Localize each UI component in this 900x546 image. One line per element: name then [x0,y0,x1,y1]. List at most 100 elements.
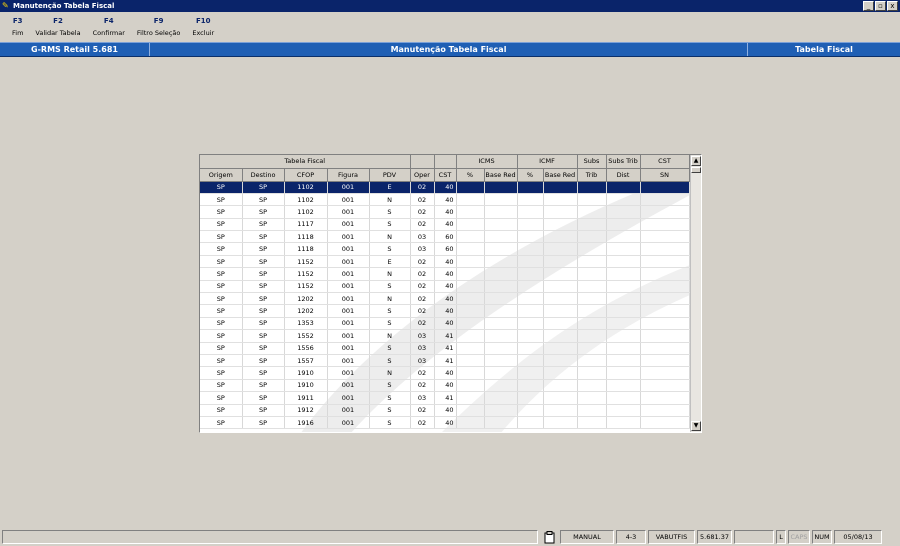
table-cell[interactable]: 1102 [284,193,328,207]
table-row[interactable]: SP SP 1102 001 E 02 40 [200,181,690,194]
empty-cell[interactable] [517,218,544,232]
table-cell[interactable]: SP [200,379,243,393]
empty-cell[interactable] [606,230,641,244]
empty-cell[interactable] [543,329,578,343]
table-cell[interactable]: 1557 [284,354,328,368]
empty-cell[interactable] [577,317,607,331]
validate-table-button[interactable]: F2 Validar Tabela [29,12,86,42]
table-cell[interactable]: SP [242,329,285,343]
empty-cell[interactable] [543,292,578,306]
empty-cell[interactable] [577,218,607,232]
table-cell[interactable]: 40 [434,193,457,207]
empty-cell[interactable] [640,280,690,294]
empty-cell[interactable] [484,193,518,207]
table-cell[interactable]: E [369,181,411,194]
empty-cell[interactable] [543,317,578,331]
table-cell[interactable]: 1118 [284,242,328,256]
table-cell[interactable]: S [369,205,411,219]
table-cell[interactable]: SP [242,379,285,393]
empty-cell[interactable] [517,280,544,294]
fiscal-table-grid[interactable]: Tabela Fiscal ICMS ICMF Subs Subs Trib C… [199,154,702,433]
table-cell[interactable]: 001 [327,416,370,430]
table-cell[interactable]: 1102 [284,181,328,194]
table-cell[interactable]: SP [242,218,285,232]
table-cell[interactable]: 001 [327,404,370,417]
table-cell[interactable]: 001 [327,193,370,207]
table-cell[interactable]: SP [242,292,285,306]
table-cell[interactable]: SP [200,193,243,207]
table-cell[interactable]: 1910 [284,379,328,393]
table-cell[interactable]: S [369,342,411,355]
table-cell[interactable]: SP [200,404,243,417]
empty-cell[interactable] [517,255,544,269]
table-cell[interactable]: 40 [434,416,457,430]
empty-cell[interactable] [456,255,485,269]
table-cell[interactable]: 60 [434,230,457,244]
table-cell[interactable]: SP [200,205,243,219]
table-cell[interactable]: E [369,255,411,269]
empty-cell[interactable] [484,267,518,281]
empty-cell[interactable] [606,379,641,393]
empty-cell[interactable] [456,304,485,318]
table-cell[interactable]: 001 [327,292,370,306]
table-cell[interactable]: 03 [410,354,435,368]
table-cell[interactable]: S [369,304,411,318]
empty-cell[interactable] [640,404,690,417]
end-button[interactable]: F3 Fim [6,12,29,42]
empty-cell[interactable] [517,366,544,380]
table-cell[interactable]: S [369,404,411,417]
table-cell[interactable]: 40 [434,205,457,219]
empty-cell[interactable] [640,391,690,405]
table-cell[interactable]: 1202 [284,304,328,318]
empty-cell[interactable] [517,329,544,343]
empty-cell[interactable] [456,354,485,368]
table-cell[interactable]: 1118 [284,230,328,244]
empty-cell[interactable] [577,416,607,430]
empty-cell[interactable] [640,193,690,207]
table-cell[interactable]: 001 [327,181,370,194]
empty-cell[interactable] [606,292,641,306]
empty-cell[interactable] [517,354,544,368]
table-row[interactable]: SP SP 1916 001 S 02 40 [200,416,690,430]
table-row[interactable]: SP SP 1552 001 N 03 41 [200,329,690,343]
empty-cell[interactable] [577,242,607,256]
empty-cell[interactable] [606,280,641,294]
empty-cell[interactable] [640,416,690,430]
table-cell[interactable]: N [369,267,411,281]
table-cell[interactable]: 1552 [284,329,328,343]
column-header[interactable]: Destino [242,168,285,182]
table-cell[interactable]: SP [242,181,285,194]
empty-cell[interactable] [606,205,641,219]
empty-cell[interactable] [517,304,544,318]
empty-cell[interactable] [484,366,518,380]
empty-cell[interactable] [543,391,578,405]
table-cell[interactable]: N [369,329,411,343]
table-row[interactable]: SP SP 1911 001 S 03 41 [200,391,690,405]
empty-cell[interactable] [517,230,544,244]
empty-cell[interactable] [456,391,485,405]
empty-cell[interactable] [640,181,690,194]
table-row[interactable]: SP SP 1102 001 S 02 40 [200,205,690,219]
empty-cell[interactable] [640,230,690,244]
table-cell[interactable]: SP [200,416,243,430]
table-row[interactable]: SP SP 1118 001 N 03 60 [200,230,690,244]
table-cell[interactable]: S [369,354,411,368]
table-cell[interactable]: 001 [327,366,370,380]
table-cell[interactable]: 02 [410,404,435,417]
table-cell[interactable]: N [369,366,411,380]
table-cell[interactable]: SP [242,205,285,219]
table-cell[interactable]: SP [242,304,285,318]
table-cell[interactable]: S [369,379,411,393]
table-cell[interactable]: 40 [434,379,457,393]
table-cell[interactable]: S [369,280,411,294]
empty-cell[interactable] [606,391,641,405]
table-cell[interactable]: 1353 [284,317,328,331]
minimize-button[interactable]: _ [863,1,874,11]
table-cell[interactable]: 02 [410,280,435,294]
empty-cell[interactable] [577,230,607,244]
table-cell[interactable]: 03 [410,242,435,256]
empty-cell[interactable] [517,193,544,207]
empty-cell[interactable] [484,230,518,244]
empty-cell[interactable] [606,193,641,207]
table-cell[interactable]: SP [242,317,285,331]
